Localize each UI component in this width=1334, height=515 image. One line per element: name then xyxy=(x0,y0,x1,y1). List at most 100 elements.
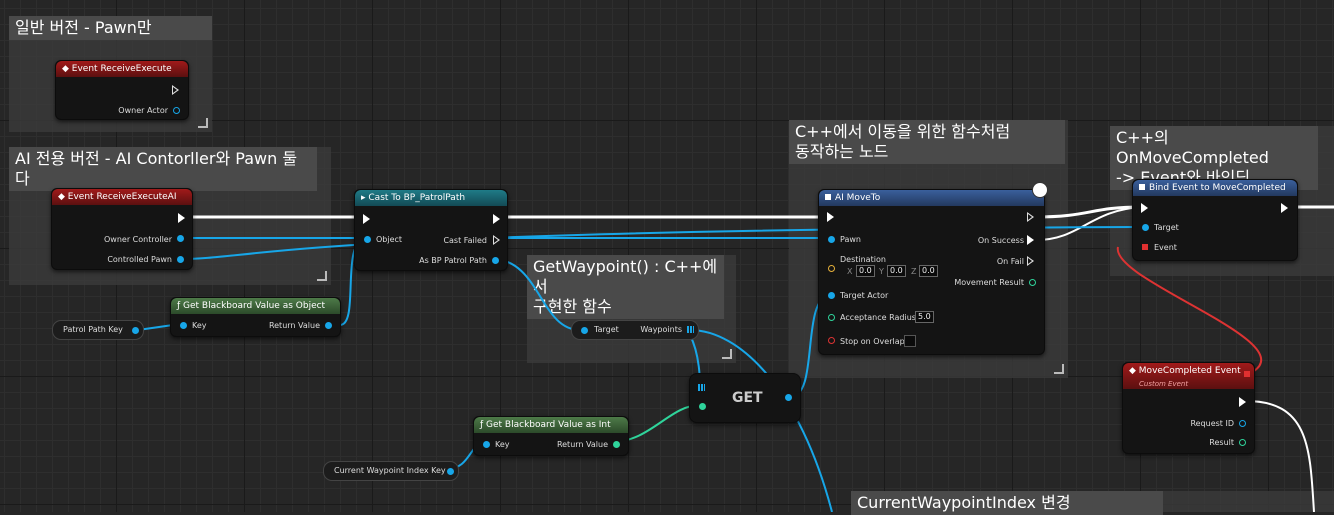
target-label: Target xyxy=(1154,223,1179,232)
array-pin[interactable] xyxy=(687,326,694,333)
event-icon: ◆ xyxy=(62,64,72,74)
target-label: Target xyxy=(594,325,619,334)
pawn-pin[interactable] xyxy=(828,236,835,243)
target-actor-pin[interactable] xyxy=(828,292,835,299)
target-actor-label: Target Actor xyxy=(840,291,889,300)
as-patrol-path-pin[interactable] xyxy=(492,257,499,264)
node-title: Bind Event to MoveCompleted xyxy=(1149,183,1286,193)
key-pin[interactable] xyxy=(180,322,187,329)
exec-out-pin[interactable] xyxy=(172,85,179,95)
current-waypoint-index-key-variable[interactable]: Current Waypoint Index Key xyxy=(323,461,459,481)
exec-out-pin[interactable] xyxy=(178,213,185,223)
destination-pin[interactable] xyxy=(828,265,835,272)
return-value-pin[interactable] xyxy=(613,441,620,448)
cast-failed-label: Cast Failed xyxy=(443,236,487,245)
event-receive-execute-node[interactable]: ◆ Event ReceiveExecute Owner Actor xyxy=(55,60,189,120)
owner-controller-label: Owner Controller xyxy=(103,235,172,244)
node-header: ƒ Get Blackboard Value as Object xyxy=(171,298,340,314)
event-receive-execute-ai-node[interactable]: ◆ Event ReceiveExecuteAI Owner Controlle… xyxy=(51,188,193,270)
exec-out-pin[interactable] xyxy=(1027,212,1034,222)
acceptance-radius-field[interactable]: 5.0 xyxy=(915,311,934,323)
node-header: AI MoveTo xyxy=(819,190,1044,206)
stop-on-overlap-label: Stop on Overlap xyxy=(840,337,905,346)
stop-on-overlap-pin[interactable] xyxy=(828,337,835,344)
key-label: Key xyxy=(192,321,207,330)
request-id-label: Request ID xyxy=(1190,419,1234,428)
result-pin[interactable] xyxy=(1239,439,1246,446)
destination-z-field[interactable]: 0.0 xyxy=(919,265,938,277)
node-header: ◆ Event ReceiveExecuteAI xyxy=(52,189,192,205)
node-title: MoveCompleted Event xyxy=(1138,366,1241,376)
node-header: ◆ Event ReceiveExecute xyxy=(56,61,188,77)
stop-on-overlap-checkbox[interactable] xyxy=(904,335,916,347)
get-blackboard-int-node[interactable]: ƒ Get Blackboard Value as Int Key Return… xyxy=(473,416,629,456)
array-in-pin[interactable] xyxy=(698,384,705,391)
getwaypoint-function-node[interactable]: Target Waypoints xyxy=(571,320,699,340)
return-value-label: Return Value xyxy=(556,440,608,449)
destination-y-field[interactable]: 0.0 xyxy=(887,265,906,277)
get-label: GET xyxy=(732,390,763,406)
event-icon: ◆ xyxy=(1129,366,1139,376)
on-success-label: On Success xyxy=(977,236,1024,245)
object-label: Object xyxy=(376,235,403,244)
variable-label: Patrol Path Key xyxy=(63,325,123,334)
request-id-pin[interactable] xyxy=(1239,420,1246,427)
event-label: Event xyxy=(1154,243,1177,252)
variable-out-pin[interactable] xyxy=(447,468,454,475)
target-pin[interactable] xyxy=(581,327,588,334)
acceptance-radius-pin[interactable] xyxy=(828,314,835,321)
move-completed-event-node[interactable]: ◆ MoveCompleted Event Custom Event Reque… xyxy=(1122,362,1255,454)
exec-in-pin[interactable] xyxy=(1141,203,1148,213)
item-out-pin[interactable] xyxy=(785,394,792,401)
owner-actor-pin[interactable] xyxy=(173,107,180,114)
cast-failed-pin[interactable] xyxy=(493,235,500,245)
event-delegate-pin[interactable] xyxy=(1142,244,1148,250)
function-icon xyxy=(1139,184,1145,190)
array-get-node[interactable]: GET xyxy=(689,373,801,423)
owner-controller-pin[interactable] xyxy=(177,235,184,242)
exec-in-pin[interactable] xyxy=(827,212,834,222)
as-patrol-path-label: As BP Patrol Path xyxy=(419,256,487,265)
exec-out-pin[interactable] xyxy=(493,214,500,224)
controlled-pawn-pin[interactable] xyxy=(177,256,184,263)
get-blackboard-object-node[interactable]: ƒ Get Blackboard Value as Object Key Ret… xyxy=(170,297,341,337)
on-fail-pin[interactable] xyxy=(1027,256,1034,266)
node-header: ƒ Get Blackboard Value as Int xyxy=(474,417,628,433)
controlled-pawn-label: Controlled Pawn xyxy=(107,255,172,264)
node-title: Cast To BP_PatrolPath xyxy=(368,193,466,203)
event-icon: ◆ xyxy=(58,192,68,202)
node-title: Get Blackboard Value as Int xyxy=(486,420,611,430)
node-subtitle: Custom Event xyxy=(1139,380,1189,388)
index-pin[interactable] xyxy=(699,403,706,410)
waypoints-label: Waypoints xyxy=(640,325,682,334)
key-label: Key xyxy=(495,440,510,449)
exec-in-pin[interactable] xyxy=(363,214,370,224)
result-label: Result xyxy=(1209,438,1234,447)
node-header: Bind Event to MoveCompleted xyxy=(1133,180,1297,196)
ai-moveto-node[interactable]: AI MoveTo Pawn On Success Destination X … xyxy=(818,182,1048,355)
key-pin[interactable] xyxy=(483,441,490,448)
bind-event-node[interactable]: Bind Event to MoveCompleted Target Event xyxy=(1132,179,1298,261)
x-label: X xyxy=(847,267,853,276)
object-pin[interactable] xyxy=(364,236,371,243)
movement-result-label: Movement Result xyxy=(954,278,1024,287)
target-pin[interactable] xyxy=(1142,224,1149,231)
latent-clock-icon xyxy=(1032,182,1048,198)
on-fail-label: On Fail xyxy=(996,257,1024,266)
return-value-pin[interactable] xyxy=(325,322,332,329)
patrol-path-key-variable[interactable]: Patrol Path Key xyxy=(52,320,144,340)
cast-to-patrolpath-node[interactable]: ▸ Cast To BP_PatrolPath Object Cast Fail… xyxy=(354,189,508,271)
variable-out-pin[interactable] xyxy=(132,327,139,334)
delegate-out-pin[interactable] xyxy=(1244,371,1250,377)
return-value-label: Return Value xyxy=(268,321,320,330)
node-title: Get Blackboard Value as Object xyxy=(183,301,326,311)
y-label: Y xyxy=(879,267,884,276)
exec-out-pin[interactable] xyxy=(1239,397,1246,407)
z-label: Z xyxy=(911,267,917,276)
node-header: ▸ Cast To BP_PatrolPath xyxy=(355,190,507,206)
destination-x-field[interactable]: 0.0 xyxy=(856,265,875,277)
exec-out-pin[interactable] xyxy=(1281,203,1288,213)
pawn-label: Pawn xyxy=(840,235,861,244)
movement-result-pin[interactable] xyxy=(1029,279,1036,286)
on-success-pin[interactable] xyxy=(1027,235,1034,245)
